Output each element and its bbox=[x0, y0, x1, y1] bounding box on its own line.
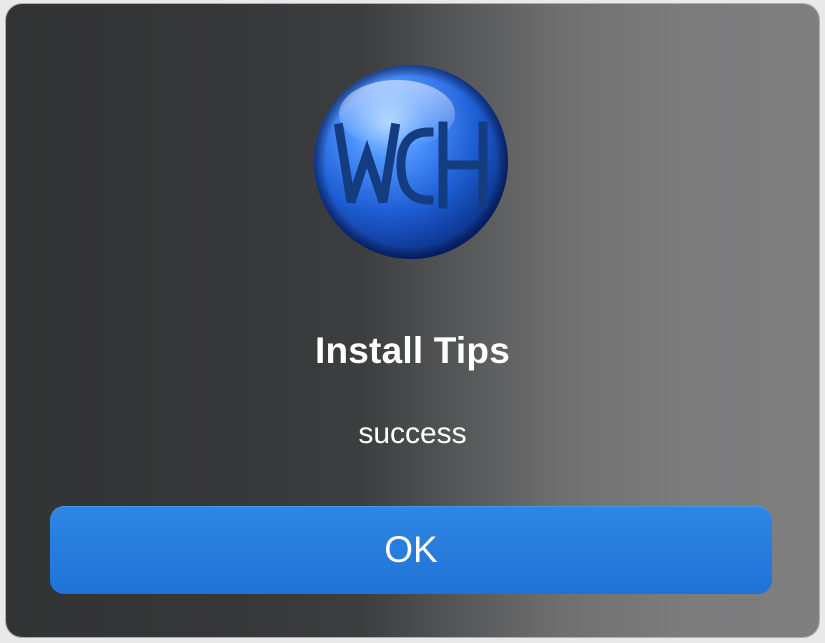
ok-button[interactable]: OK bbox=[50, 506, 772, 594]
dialog-title: Install Tips bbox=[315, 330, 510, 371]
install-tips-dialog: Install Tips success OK bbox=[6, 4, 819, 637]
ok-button-label: OK bbox=[384, 529, 438, 570]
dialog-message: success bbox=[358, 417, 467, 450]
wch-logo-icon bbox=[311, 62, 511, 262]
